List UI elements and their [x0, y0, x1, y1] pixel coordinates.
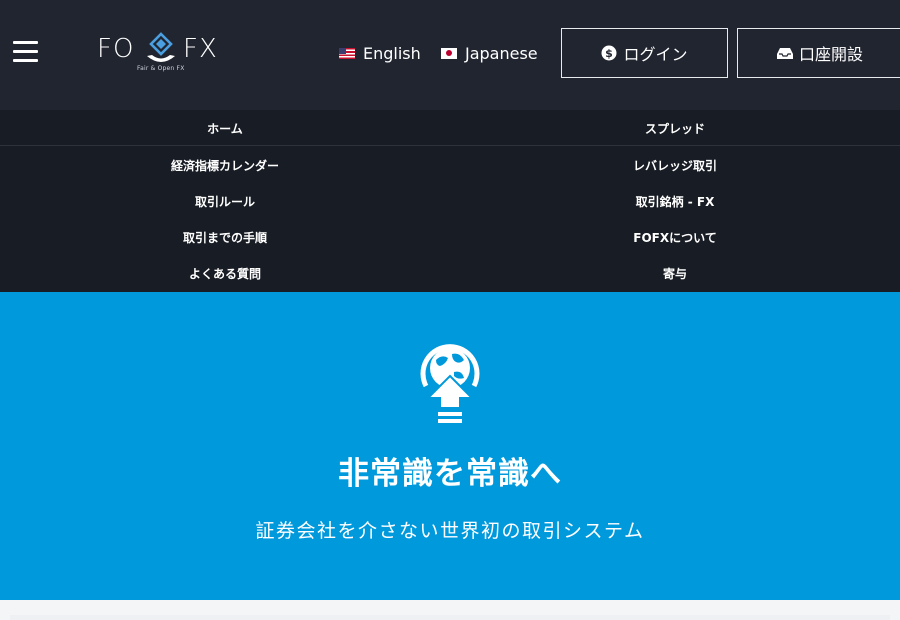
- us-flag-icon: [339, 47, 355, 59]
- logo-tagline: Fair & Open FX: [137, 65, 185, 72]
- logo-mark-icon: [147, 32, 175, 62]
- nav-row: 取引までの手順 FOFXについて: [0, 219, 900, 255]
- hero-banner: 非常識を常識へ 証券会社を介さない世界初の取引システム: [0, 292, 900, 600]
- nav-row: 取引ルール 取引銘柄 - FX: [0, 183, 900, 219]
- nav-item-leverage[interactable]: レバレッジ取引: [450, 147, 900, 183]
- language-japanese-link[interactable]: Japanese: [441, 43, 538, 63]
- login-label: ログイン: [623, 45, 688, 64]
- open-account-button[interactable]: 口座開設: [737, 28, 900, 78]
- login-button[interactable]: $ ログイン: [561, 28, 728, 78]
- language-english-label: English: [363, 43, 421, 63]
- svg-text:$: $: [606, 47, 614, 60]
- logo-text-left: FO: [97, 34, 135, 64]
- hero-subtitle: 証券会社を介さない世界初の取引システム: [255, 520, 645, 542]
- site-header: FO FX Fair & Open FX English Japanese $ …: [0, 0, 900, 110]
- nav-row: よくある質問 寄与: [0, 255, 900, 291]
- content-card: [10, 615, 890, 620]
- nav-item-spread[interactable]: スプレッド: [450, 110, 900, 146]
- dollar-circle-icon: $: [601, 45, 617, 61]
- nav-row: 経済指標カレンダー レバレッジ取引: [0, 147, 900, 183]
- jp-flag-icon: [441, 47, 457, 59]
- nav-item-instruments-fx[interactable]: 取引銘柄 - FX: [450, 183, 900, 219]
- menu-icon[interactable]: [13, 41, 38, 63]
- globe-arrow-up-icon: [420, 344, 480, 423]
- nav-item-faq[interactable]: よくある質問: [0, 255, 450, 291]
- site-logo[interactable]: FO FX Fair & Open FX: [97, 31, 229, 75]
- hero-title: 非常識を常識へ: [338, 456, 562, 492]
- nav-item-trading-rules[interactable]: 取引ルール: [0, 183, 450, 219]
- nav-row: ホーム スプレッド: [0, 110, 900, 146]
- nav-item-about[interactable]: FOFXについて: [450, 219, 900, 255]
- logo-text-right: FX: [183, 34, 218, 64]
- open-account-label: 口座開設: [798, 45, 863, 64]
- language-japanese-label: Japanese: [465, 43, 538, 63]
- nav-item-home[interactable]: ホーム: [0, 110, 450, 146]
- nav-item-contribution[interactable]: 寄与: [450, 255, 900, 291]
- nav-item-steps[interactable]: 取引までの手順: [0, 219, 450, 255]
- language-english-link[interactable]: English: [339, 43, 421, 63]
- nav-item-economic-calendar[interactable]: 経済指標カレンダー: [0, 147, 450, 183]
- main-nav: ホーム スプレッド 経済指標カレンダー レバレッジ取引 取引ルール 取引銘柄 -…: [0, 110, 900, 292]
- inbox-tray-icon: [776, 47, 793, 60]
